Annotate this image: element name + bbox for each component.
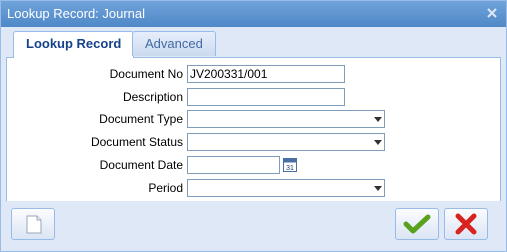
document-date-label: Document Date	[99, 158, 183, 172]
tab-strip: Lookup Record Advanced	[6, 28, 501, 58]
close-icon[interactable]	[484, 5, 500, 21]
period-label: Period	[148, 181, 183, 195]
tab-label: Lookup Record	[26, 36, 122, 51]
description-input[interactable]	[187, 88, 345, 106]
row-period: Period	[7, 179, 500, 199]
document-type-label: Document Type	[99, 112, 183, 126]
chevron-down-icon[interactable]	[374, 140, 382, 145]
period-select[interactable]	[187, 179, 385, 197]
document-date-input[interactable]	[187, 156, 280, 174]
window-titlebar: Lookup Record: Journal	[1, 1, 506, 27]
tab-label: Advanced	[145, 36, 203, 51]
row-document-type: Document Type	[7, 110, 500, 130]
window-title: Lookup Record: Journal	[7, 6, 146, 21]
document-status-label: Document Status	[90, 135, 183, 149]
tab-advanced[interactable]: Advanced	[132, 31, 216, 56]
document-no-input[interactable]	[187, 65, 345, 83]
new-record-button[interactable]	[11, 208, 55, 240]
document-type-select[interactable]	[187, 110, 385, 128]
lookup-record-window: Lookup Record: Journal Lookup Record Adv…	[0, 0, 507, 252]
tab-lookup-record[interactable]: Lookup Record	[13, 31, 135, 58]
dialog-footer	[1, 201, 506, 251]
document-no-label: Document No	[109, 67, 183, 81]
form-panel: Document No Description Document Type Do…	[6, 58, 501, 202]
checkmark-icon	[403, 214, 431, 234]
description-label: Description	[122, 90, 183, 104]
row-description: Description	[7, 88, 500, 108]
calendar-icon[interactable]: 31	[283, 156, 297, 172]
ok-button[interactable]	[395, 208, 439, 240]
cancel-button[interactable]	[444, 208, 488, 240]
x-icon	[455, 213, 477, 235]
new-document-icon	[26, 215, 42, 234]
document-status-select[interactable]	[187, 133, 385, 151]
svg-text:31: 31	[286, 165, 294, 172]
chevron-down-icon[interactable]	[374, 117, 382, 122]
chevron-down-icon[interactable]	[374, 186, 382, 191]
row-document-no: Document No	[7, 65, 500, 85]
row-document-status: Document Status	[7, 133, 500, 153]
row-document-date: Document Date 31	[7, 156, 500, 176]
